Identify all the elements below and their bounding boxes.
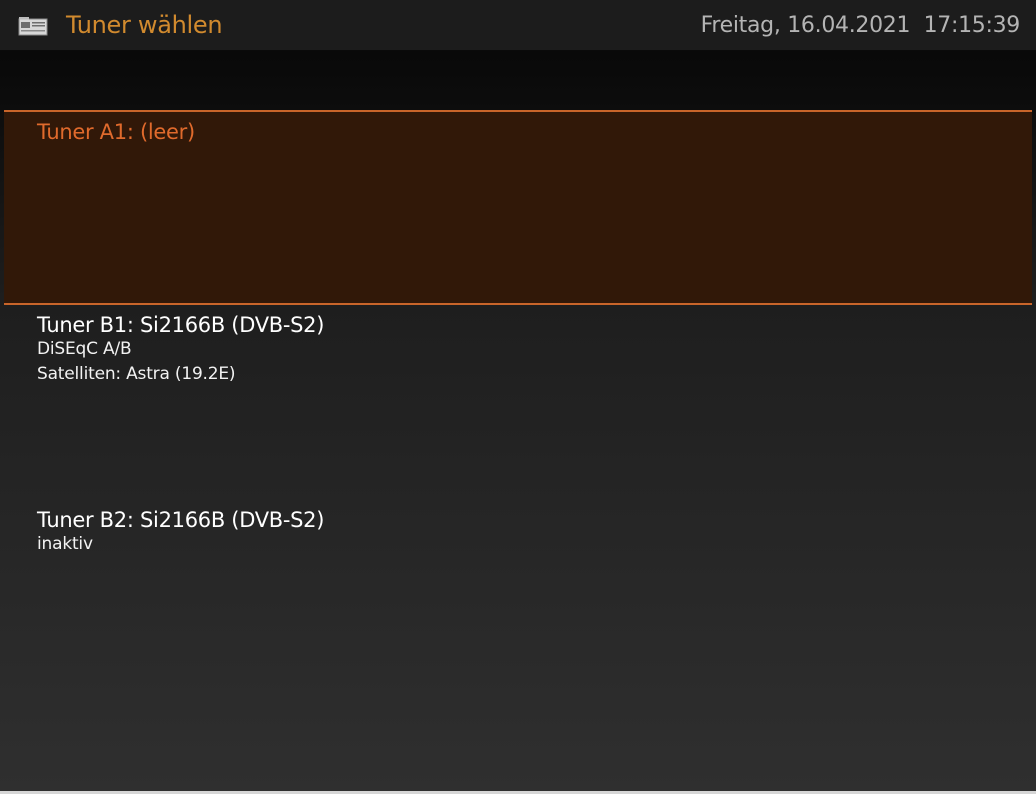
- tuner-item-b2[interactable]: Tuner B2: Si2166B (DVB-S2) inaktiv: [4, 500, 1032, 695]
- tuner-select-screen: Tuner wählen Freitag, 16.04.2021 17:15:3…: [0, 0, 1036, 794]
- tuner-card-icon: [18, 17, 48, 37]
- datetime-display: Freitag, 16.04.2021 17:15:39: [700, 13, 1021, 38]
- page-title: Tuner wählen: [66, 11, 223, 39]
- tuner-satellite-info: Satelliten: Astra (19.2E): [37, 364, 236, 384]
- tuner-title: Tuner B1: Si2166B (DVB-S2): [37, 313, 325, 337]
- tuner-status: inaktiv: [37, 534, 93, 554]
- header-bar: Tuner wählen Freitag, 16.04.2021 17:15:3…: [0, 0, 1036, 51]
- tuner-title: Tuner A1: (leer): [37, 120, 195, 144]
- tuner-item-b1[interactable]: Tuner B1: Si2166B (DVB-S2) DiSEqC A/B Sa…: [4, 305, 1032, 500]
- tuner-title: Tuner B2: Si2166B (DVB-S2): [37, 508, 325, 532]
- tuner-list: Tuner A1: (leer) Tuner B1: Si2166B (DVB-…: [4, 110, 1032, 695]
- tuner-item-a1[interactable]: Tuner A1: (leer): [4, 110, 1032, 305]
- tuner-diseqc-info: DiSEqC A/B: [37, 339, 132, 359]
